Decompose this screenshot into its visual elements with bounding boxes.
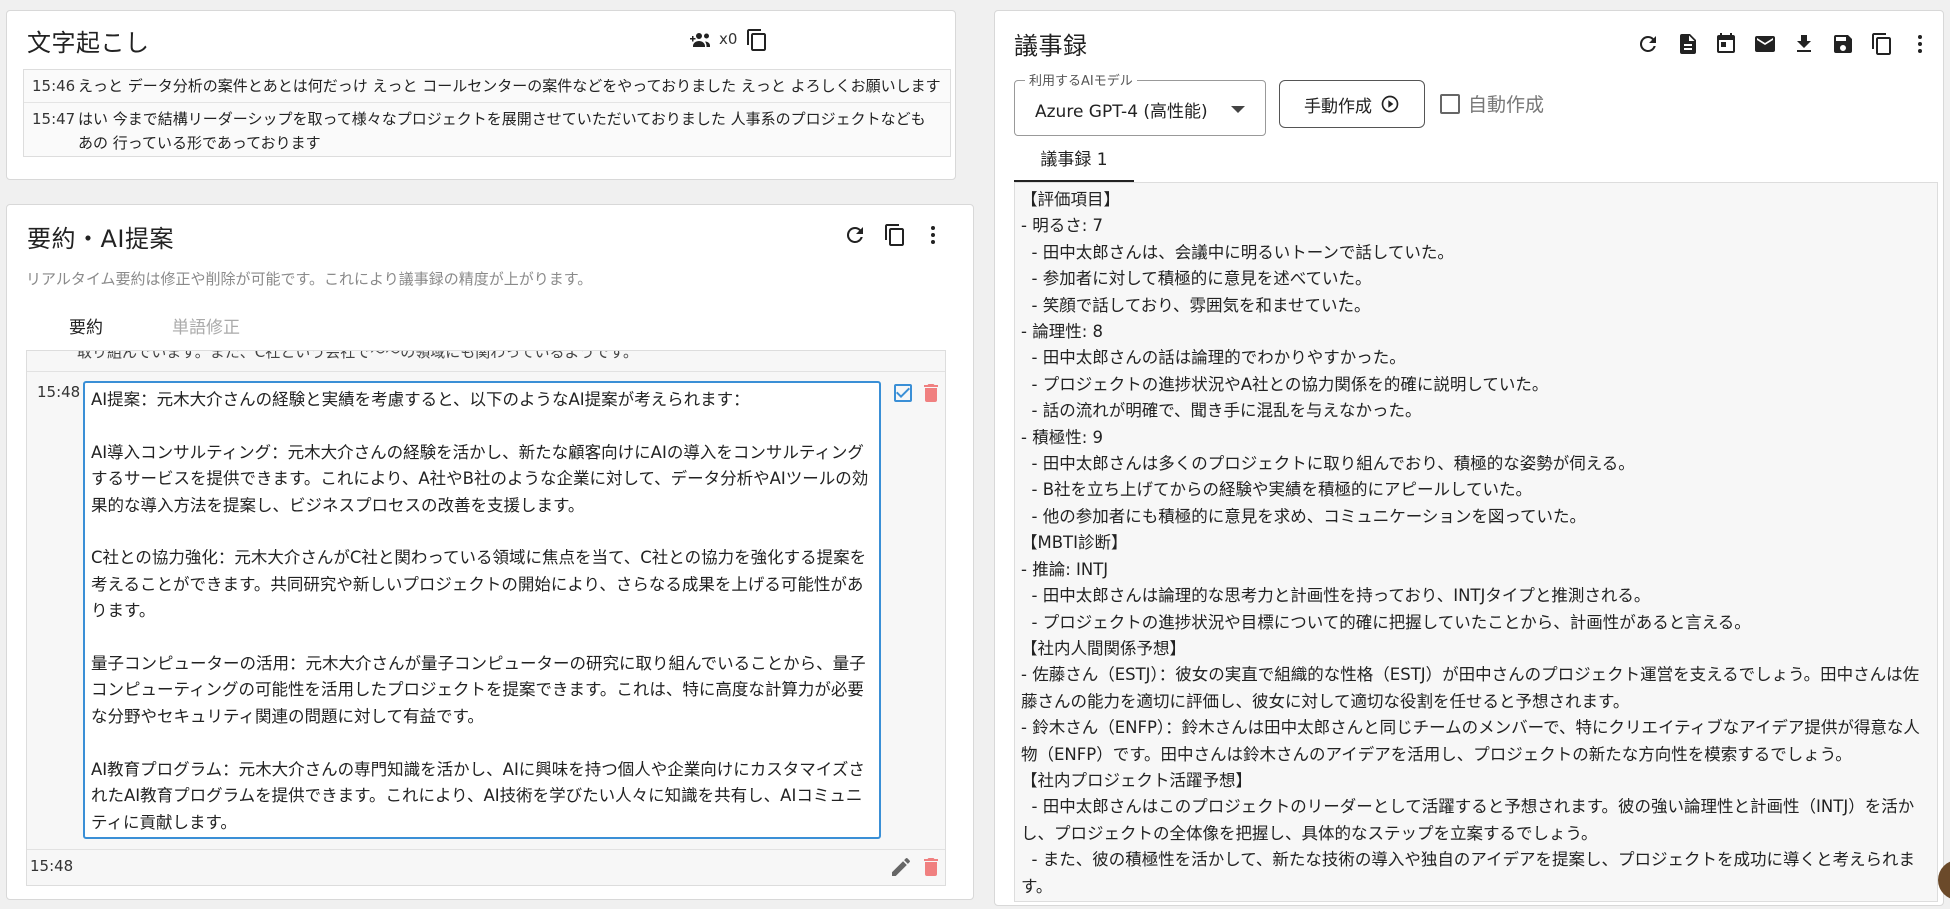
transcript-time: 15:47: [32, 110, 76, 128]
transcript-text: はい 今まで結構リーダーシップを取って様々なプロジェクトを展開させていただいてお…: [78, 110, 926, 152]
ai-model-label: 利用するAIモデル: [1025, 70, 1137, 89]
summary-title: 要約・AI提案: [27, 225, 174, 253]
transcript-list[interactable]: 15:46 えっと データ分析の案件とあとは何だっけ えっと コールセンターの案…: [23, 69, 951, 157]
transcript-card: 文字起こし x0 15:46 えっと データ分析の案件とあとは何だっけ えっと …: [6, 10, 956, 180]
mail-button[interactable]: [1751, 30, 1779, 58]
checkbox-box[interactable]: [1440, 93, 1460, 114]
summary-edit-textarea[interactable]: AI提案：元木大介さんの経験と実績を考慮すると、以下のようなAI提案が考えられま…: [83, 381, 881, 839]
transcript-time: 15:46: [32, 77, 76, 95]
delete-summary-button[interactable]: [917, 853, 945, 881]
calendar-icon: [1717, 33, 1735, 53]
minutes-line: - 話の流れが明確で、聞き手に混乱を与えなかった。: [1021, 401, 1422, 421]
minutes-more-button[interactable]: [1906, 30, 1934, 58]
delete-icon: [924, 384, 938, 402]
summary-list[interactable]: 取り組んでいます。また、C社という会社で〜〜の領域にも関わっているようです。 1…: [26, 350, 946, 886]
minutes-line: 【評価項目】: [1021, 190, 1120, 209]
document-button[interactable]: [1674, 30, 1702, 58]
copy-transcript-button[interactable]: [743, 26, 771, 54]
ai-model-value: Azure GPT-4 (高性能): [1035, 102, 1208, 122]
minutes-line: - 田中太郎さんはこのプロジェクトのリーダーとして活躍すると予想されます。彼の強…: [1021, 797, 1915, 843]
tab-summary[interactable]: 要約: [26, 308, 146, 352]
minutes-line: - 鈴木さん（ENFP）：鈴木さんは田中太郎さんと同じチームのメンバーで、特にク…: [1021, 718, 1920, 764]
auto-create-checkbox[interactable]: 自動作成: [1440, 90, 1544, 117]
download-button[interactable]: [1790, 30, 1818, 58]
refresh-icon: [846, 226, 863, 243]
minutes-line: - 積極性: 9: [1021, 427, 1104, 447]
copy-summary-button[interactable]: [881, 221, 909, 249]
divider: [27, 849, 945, 850]
copy-icon: [885, 224, 904, 246]
auto-create-label: 自動作成: [1468, 94, 1545, 116]
regenerate-minutes-button[interactable]: [1634, 30, 1662, 58]
minutes-line: - プロジェクトの進捗状況やA社との協力関係を的確に説明していた。: [1021, 374, 1549, 394]
minutes-line: 【社内人間関係予想】: [1021, 638, 1186, 658]
minutes-line: - 田中太郎さんは、会議中に明るいトーンで話していた。: [1021, 242, 1454, 262]
summary-time: 15:48: [37, 383, 81, 401]
summary-subtitle: リアルタイム要約は修正や削除が可能です。これにより議事録の精度が上がります。: [26, 270, 593, 288]
manual-create-label: 手動作成: [1304, 96, 1372, 117]
minutes-line: - 笑顔で話しており、雰囲気を和ませていた。: [1021, 295, 1371, 315]
minutes-title: 議事録: [1014, 32, 1088, 60]
delete-icon: [924, 858, 938, 876]
play-circle-icon: [1381, 95, 1399, 113]
manual-create-button[interactable]: 手動作成: [1279, 80, 1425, 128]
minutes-line: - 参加者に対して積極的に意見を述べていた。: [1021, 269, 1372, 289]
minutes-line: - 佐藤さん（ESTJ）：彼女の実直で組織的な性格（ESTJ）が田中さんのプロジ…: [1021, 665, 1920, 711]
summary-tabs: 要約 単語修正: [26, 308, 266, 352]
transcript-row: 15:47 はい 今まで結構リーダーシップを取って様々なプロジェクトを展開させて…: [24, 103, 950, 156]
calendar-button[interactable]: [1712, 30, 1740, 58]
dropdown-arrow-icon: [1231, 106, 1245, 113]
summary-previous-text: 取り組んでいます。また、C社という会社で〜〜の領域にも関わっているようです。: [77, 350, 638, 361]
more-vert-icon: [931, 226, 935, 244]
copy-icon: [1872, 33, 1891, 55]
summary-time: 15:48: [30, 857, 74, 875]
save-button[interactable]: [1829, 30, 1857, 58]
add-people-icon: [690, 33, 710, 47]
add-speaker-button[interactable]: [687, 26, 715, 54]
minutes-line: 【社内プロジェクト活躍予想】: [1021, 770, 1252, 790]
minutes-line: - 論理性: 8: [1021, 322, 1104, 342]
tab-word-correction[interactable]: 単語修正: [146, 308, 266, 352]
ai-model-select[interactable]: 利用するAIモデル Azure GPT-4 (高性能): [1014, 70, 1266, 136]
download-icon: [1797, 35, 1811, 52]
refresh-icon: [1639, 35, 1656, 52]
refresh-summary-button[interactable]: [841, 221, 869, 249]
minutes-line: - 明るさ: 7: [1021, 216, 1104, 236]
save-icon: [1834, 35, 1852, 53]
tab-minutes-1[interactable]: 議事録 1: [1014, 142, 1134, 182]
minutes-line: - 田中太郎さんは多くのプロジェクトに取り組んでおり、積極的な姿勢が伺える。: [1021, 454, 1635, 474]
divider: [27, 371, 945, 372]
more-vert-icon: [1918, 35, 1922, 53]
pencil-icon: [892, 857, 910, 876]
edit-summary-button[interactable]: [887, 853, 915, 881]
copy-icon: [747, 29, 766, 51]
document-icon: [1680, 34, 1696, 54]
check-box-icon: [894, 384, 912, 402]
transcript-row: 15:46 えっと データ分析の案件とあとは何だっけ えっと コールセンターの案…: [24, 70, 950, 103]
mail-icon: [1755, 36, 1775, 52]
minutes-content[interactable]: 【評価項目】 - 明るさ: 7 - 田中太郎さんは、会議中に明るいトーンで話して…: [1014, 182, 1938, 902]
minutes-line: - プロジェクトの進捗状況や目標について的確に把握していたことから、計画性がある…: [1021, 612, 1751, 632]
delete-summary-button[interactable]: [917, 379, 945, 407]
minutes-line: 【MBTI診断】: [1021, 533, 1128, 553]
minutes-line: - 田中太郎さんの話は論理的でわかりやすかった。: [1021, 348, 1406, 368]
minutes-line: - 田中太郎さんは論理的な思考力と計画性を持っており、INTJタイプと推測される…: [1021, 586, 1651, 606]
confirm-edit-button[interactable]: [889, 379, 917, 407]
summary-more-button[interactable]: [919, 221, 947, 249]
minutes-line: - B社を立ち上げてからの経験や実績を積極的にアピールしていた。: [1021, 480, 1533, 500]
minutes-line: - また、彼の積極性を活かして、新たな技術の導入や独自のアイデアを提案し、プロジ…: [1021, 850, 1916, 896]
transcript-title: 文字起こし: [27, 29, 150, 57]
minutes-line: - 推論: INTJ: [1021, 559, 1109, 579]
copy-minutes-button[interactable]: [1868, 30, 1896, 58]
speaker-count: x0: [719, 30, 738, 48]
minutes-line: - 他の参加者にも積極的に意見を求め、コミュニケーションを図っていた。: [1021, 506, 1587, 526]
transcript-text: えっと データ分析の案件とあとは何だっけ えっと コールセンターの案件などをやっ…: [78, 77, 941, 95]
